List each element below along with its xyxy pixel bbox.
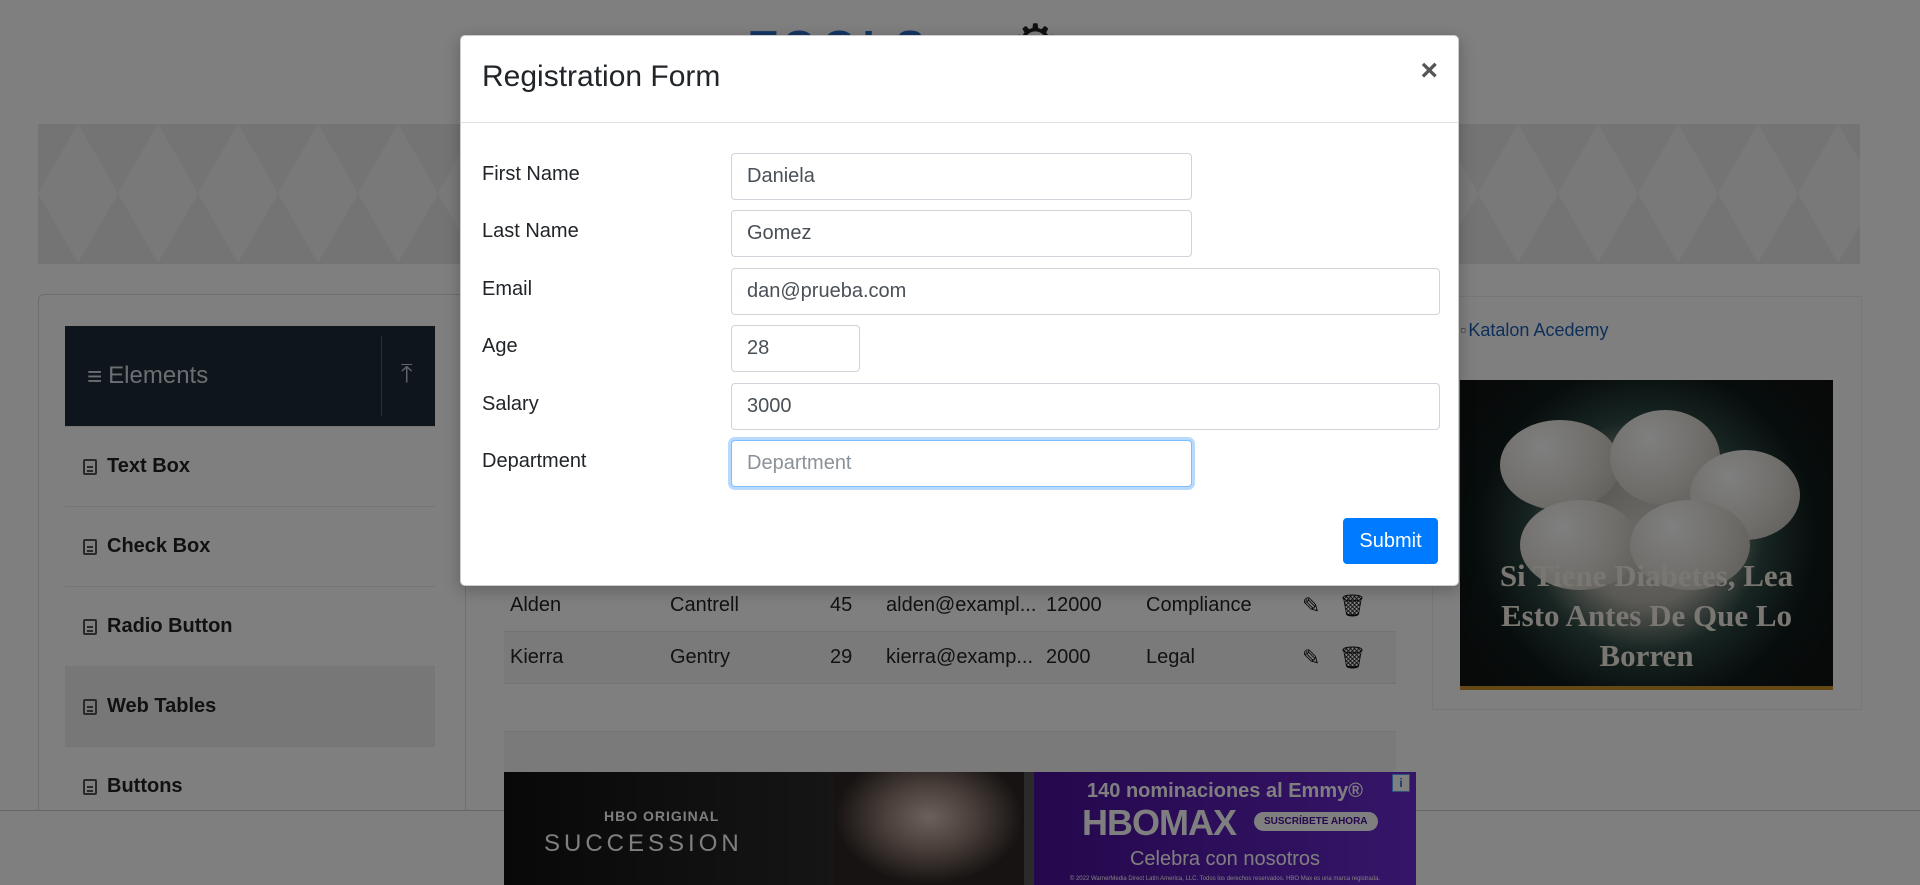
age-label: Age [482, 335, 518, 357]
first-name-input[interactable] [731, 153, 1192, 200]
salary-label: Salary [482, 393, 539, 415]
submit-button[interactable]: Submit [1343, 518, 1438, 564]
salary-input[interactable] [731, 383, 1440, 430]
email-input[interactable] [731, 268, 1440, 315]
registration-modal: Registration Form × First Name Last Name… [460, 35, 1459, 586]
email-label: Email [482, 278, 533, 300]
department-input[interactable] [731, 440, 1192, 487]
last-name-label: Last Name [482, 220, 579, 242]
close-button[interactable]: × [1420, 56, 1438, 86]
modal-title: Registration Form [482, 60, 721, 93]
first-name-label: First Name [482, 163, 580, 185]
last-name-input[interactable] [731, 210, 1192, 257]
department-label: Department [482, 450, 587, 472]
modal-header: Registration Form × [461, 36, 1458, 123]
age-input[interactable] [731, 325, 860, 372]
